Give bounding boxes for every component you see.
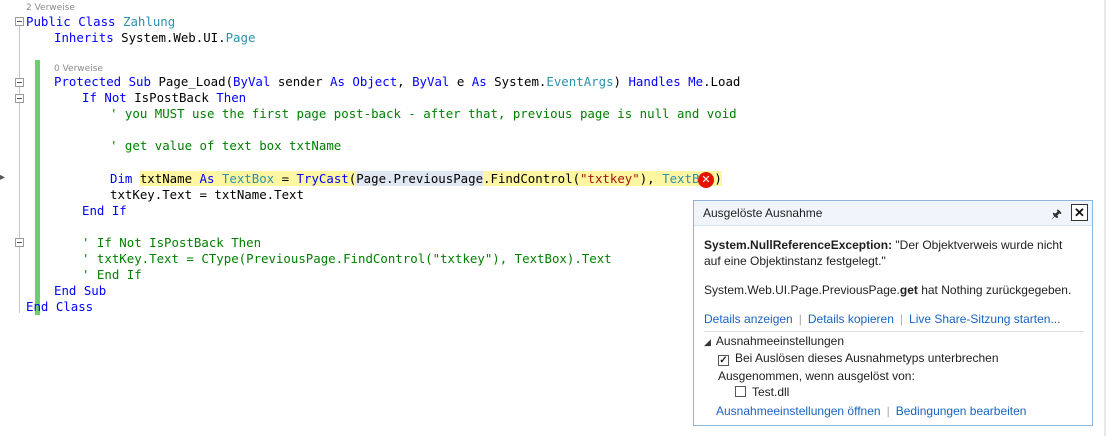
exception-detail: System.Web.UI.Page.PreviousPage.get hat … [704,283,1072,297]
divider [704,331,1084,332]
current-statement-arrow-icon: ▸ [0,172,6,183]
code-line-11: txtKey.Text = txtName.Text [110,187,304,202]
code-line-14: ' If Not IsPostBack Then [82,235,262,250]
settings-links: Ausnahmeeinstellungen öffnen | Bedingungen… [716,404,1027,418]
exception-helper-popup: Ausgelöste Ausnahme 🖈 ✕ System.NullRefer… [693,200,1093,426]
live-share-link[interactable]: Live Share-Sitzung starten... [909,312,1060,326]
exception-message: System.NullReferenceException: "Der Obje… [704,238,1063,268]
code-line-4: Protected Sub Page_Load(ByVal sender As … [54,74,741,89]
code-line-8: ' get value of text box txtName [110,138,342,153]
collapse-if-toggle[interactable] [15,94,24,103]
code-line-5: If Not IsPostBack Then [82,90,247,105]
action-links: Details anzeigen | Details kopieren | Live S… [704,312,1061,326]
collapse-class-toggle[interactable] [15,17,24,26]
code-line-10-current-statement: Dim txtName As TextBox = TryCast(Page.Pr… [110,171,722,186]
code-line-2: Inherits System.Web.UI.Page [54,30,256,45]
code-line-6: ' you MUST use the first page post-back … [110,106,737,121]
outline-guide [19,19,20,313]
code-line-1: Public Class Zahlung [26,14,176,29]
code-line-12: End If [82,203,127,218]
codelens-class-references[interactable]: 2 Verweise [26,2,75,14]
expand-triangle-icon: ◢ [704,337,711,347]
break-on-exception-row[interactable]: ✓ Bei Auslösen dieses Ausnahmetyps unterb… [718,351,999,366]
popup-title: Ausgelöste Ausnahme [703,206,823,220]
break-checkbox[interactable]: ✓ [718,355,729,366]
popup-header: Ausgelöste Ausnahme 🖈 ✕ [694,201,1092,226]
code-editor[interactable]: ▸ 2 Verweise Public Class Zahlung Inheri… [0,0,1106,436]
show-details-link[interactable]: Details anzeigen [704,312,793,326]
copy-details-link[interactable]: Details kopieren [808,312,894,326]
error-icon[interactable]: ✕ [698,172,714,188]
test-dll-row[interactable]: Test.dll [735,385,789,399]
code-line-17: End Sub [54,283,107,298]
exception-settings-header[interactable]: ◢ Ausnahmeeinstellungen [704,334,844,348]
edit-conditions-link[interactable]: Bedingungen bearbeiten [896,404,1027,418]
except-when-thrown-label: Ausgenommen, wenn ausgelöst von: [718,369,915,383]
close-button[interactable]: ✕ [1071,204,1088,221]
collapse-comment-toggle[interactable] [15,238,24,247]
code-line-15: ' txtKey.Text = CType(PreviousPage.FindC… [82,251,612,266]
test-dll-checkbox[interactable] [735,386,746,397]
change-tracking-bar [35,60,40,315]
exception-type: System.NullReferenceException: [704,238,893,252]
open-exception-settings-link[interactable]: Ausnahmeeinstellungen öffnen [716,404,881,418]
code-line-16: ' End If [82,267,142,282]
previous-page-reference: Page.PreviousPage [356,171,484,186]
code-line-18: End Class [26,299,94,314]
collapse-sub-toggle[interactable] [15,78,24,87]
pin-icon[interactable]: 🖈 [1051,205,1062,226]
